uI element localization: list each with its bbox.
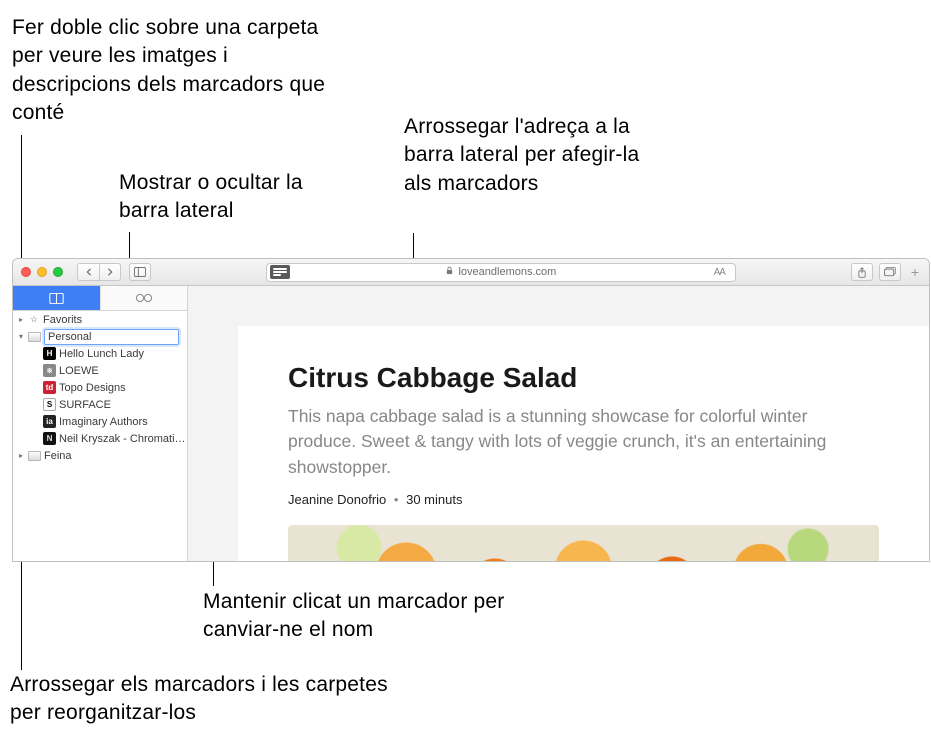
window-toolbar: loveandlemons.com AA + — [13, 259, 929, 286]
article-meta: Jeanine Donofrio • 30 minuts — [288, 492, 879, 507]
sidebar-toggle-button[interactable] — [129, 263, 151, 281]
star-icon: ☆ — [28, 314, 40, 326]
sidebar-tab-readinglist[interactable] — [101, 286, 188, 310]
bookmarks-sidebar: ▸ ☆ Favorits ▾ Personal H Hello Lunch La… — [13, 286, 188, 561]
sidebar-folder-work[interactable]: ▸ Feina — [13, 447, 187, 464]
window-zoom-button[interactable] — [53, 267, 63, 277]
bookmark-item[interactable]: ※ LOEWE — [13, 362, 187, 379]
separator-dot: • — [394, 492, 399, 507]
editing-text: Personal — [48, 331, 91, 343]
new-tab-button[interactable]: + — [907, 264, 923, 280]
safari-window: loveandlemons.com AA + — [12, 258, 930, 562]
sidebar-mode-tabs — [13, 286, 188, 311]
favicon-icon: td — [43, 381, 56, 394]
text-size-button[interactable]: AA — [714, 267, 725, 278]
callout-sidebar-toggle: Mostrar o ocultar la barra lateral — [119, 169, 339, 226]
callout-drag-reorg: Arrossegar els marcadors i les carpetes … — [10, 671, 390, 728]
bookmark-item[interactable]: S SURFACE — [13, 396, 187, 413]
article-hero-image — [288, 525, 879, 561]
favicon-icon: ia — [43, 415, 56, 428]
bookmark-label: Hello Lunch Lady — [59, 348, 187, 360]
folder-name-edit-field[interactable]: Personal — [44, 329, 179, 345]
window-minimize-button[interactable] — [37, 267, 47, 277]
article-author: Jeanine Donofrio — [288, 492, 386, 507]
callout-folder-doubleclick: Fer doble clic sobre una carpeta per veu… — [12, 14, 342, 127]
sidebar-tab-bookmarks[interactable] — [13, 286, 101, 310]
sidebar-folder-personal[interactable]: ▾ Personal — [13, 328, 187, 345]
back-button[interactable] — [77, 263, 99, 281]
address-url: loveandlemons.com — [458, 266, 556, 278]
bookmark-item[interactable]: td Topo Designs — [13, 379, 187, 396]
article-duration: 30 minuts — [406, 492, 462, 507]
bookmark-label: Topo Designs — [59, 382, 187, 394]
forward-button[interactable] — [99, 263, 121, 281]
bookmark-label: Imaginary Authors — [59, 416, 187, 428]
window-controls — [21, 267, 63, 277]
callout-line — [129, 232, 130, 260]
folder-icon — [28, 332, 41, 342]
sidebar-item-label: Feina — [44, 450, 187, 462]
share-button[interactable] — [851, 263, 873, 281]
bookmark-item[interactable]: H Hello Lunch Lady — [13, 345, 187, 362]
callout-drag-url: Arrossegar l'adreça a la barra lateral p… — [404, 113, 664, 198]
favicon-icon: H — [43, 347, 56, 360]
lock-icon — [445, 266, 454, 278]
bookmark-item[interactable]: ia Imaginary Authors — [13, 413, 187, 430]
nav-back-forward — [77, 263, 121, 281]
bookmark-item[interactable]: N Neil Kryszak - Chromatic E… — [13, 430, 187, 447]
callout-line — [413, 233, 414, 260]
favicon-icon: S — [43, 398, 56, 411]
tabs-button[interactable] — [879, 263, 901, 281]
bookmark-label: LOEWE — [59, 365, 187, 377]
sidebar-item-label: Favorits — [43, 314, 187, 326]
disclosure-right-icon[interactable]: ▸ — [17, 316, 25, 324]
window-close-button[interactable] — [21, 267, 31, 277]
article-title: Citrus Cabbage Salad — [288, 362, 879, 394]
reader-mode-button[interactable] — [270, 265, 290, 279]
sidebar-folder-favorites[interactable]: ▸ ☆ Favorits — [13, 311, 187, 328]
address-bar[interactable]: loveandlemons.com AA — [266, 263, 736, 282]
reader-article: Citrus Cabbage Salad This napa cabbage s… — [238, 326, 929, 561]
folder-icon — [28, 451, 41, 461]
favicon-icon: ※ — [43, 364, 56, 377]
disclosure-right-icon[interactable]: ▸ — [17, 452, 25, 460]
bookmark-label: Neil Kryszak - Chromatic E… — [59, 433, 187, 445]
bookmark-label: SURFACE — [59, 399, 187, 411]
callout-hold-rename: Mantenir clicat un marcador per canviar-… — [203, 588, 533, 645]
disclosure-down-icon[interactable]: ▾ — [17, 333, 25, 341]
favicon-icon: N — [43, 432, 56, 445]
page-content-area: Citrus Cabbage Salad This napa cabbage s… — [188, 286, 929, 561]
article-description: This napa cabbage salad is a stunning sh… — [288, 404, 879, 480]
